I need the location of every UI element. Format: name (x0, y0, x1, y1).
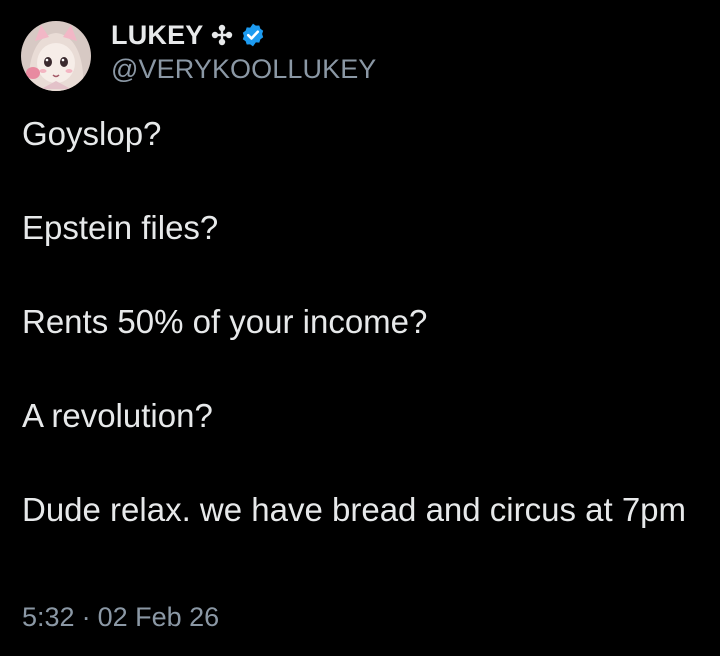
verified-badge-icon[interactable] (240, 22, 266, 48)
tweet-card: LUKEY @VERYKOOLLUKEY Goyslop? Epstein fi… (0, 0, 720, 656)
display-name[interactable]: LUKEY (111, 18, 266, 52)
tweet-paragraph: Epstein files? (22, 209, 219, 246)
sparkle-icon (210, 23, 234, 47)
meta-separator: · (81, 602, 91, 632)
avatar-image (21, 21, 91, 91)
tweet-paragraph: Dude relax. we have bread and circus at … (22, 491, 687, 528)
avatar[interactable] (21, 21, 91, 91)
tweet-date: 02 Feb 26 (97, 602, 220, 632)
tweet-time: 5:32 (22, 602, 75, 632)
tweet-timestamp[interactable]: 5:32 · 02 Feb 26 (22, 602, 219, 633)
tweet-text: Goyslop? Epstein files? Rents 50% of you… (22, 110, 692, 533)
tweet-paragraph: Rents 50% of your income? (22, 303, 428, 340)
tweet-paragraph: A revolution? (22, 397, 213, 434)
user-handle[interactable]: @VERYKOOLLUKEY (111, 54, 376, 85)
display-name-text: LUKEY (111, 19, 204, 50)
tweet-paragraph: Goyslop? (22, 115, 162, 152)
